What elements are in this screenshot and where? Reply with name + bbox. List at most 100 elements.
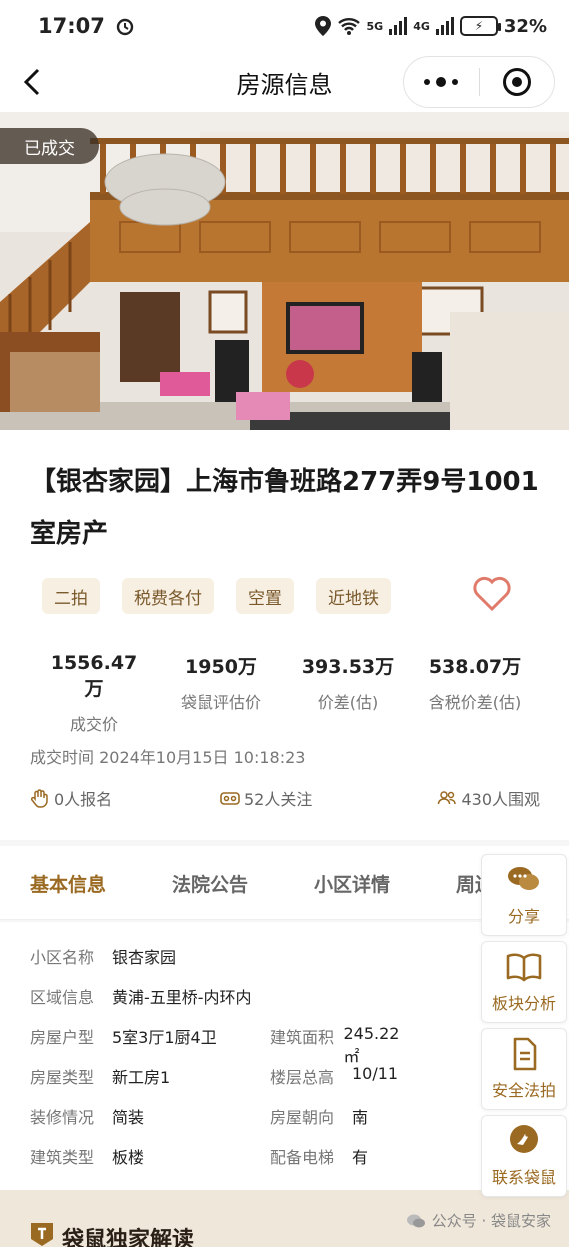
share-button[interactable]: 分享 [481, 854, 567, 936]
info-row-build: 建筑类型 板楼 配备电梯 有 [30, 1144, 368, 1168]
property-photo[interactable]: 已成交 [0, 112, 569, 430]
kangaroo-icon [510, 1125, 538, 1153]
status-bar: 17:07 5G 4G ⚡ 32% [0, 0, 569, 52]
stat-estimate: 1950万 袋鼠评估价 [172, 652, 270, 713]
info-label: 配备电梯 [270, 1148, 335, 1167]
tab-court-notice[interactable]: 法院公告 [172, 870, 248, 897]
stat-label: 袋鼠评估价 [180, 693, 261, 712]
nav-bar: 房源信息 [0, 52, 569, 112]
info-value: 245.22㎡ [343, 1024, 400, 1066]
location-icon [314, 16, 331, 36]
engagement-counts: 0人报名 52人关注 430人围观 [30, 786, 540, 810]
info-value: 有 [352, 1148, 369, 1167]
info-label: 建筑面积 [270, 1028, 335, 1047]
open-book-icon [506, 953, 542, 982]
sector-analysis-label: 板块分析 [491, 994, 556, 1013]
property-title: 【银杏家园】上海市鲁班路277弄9号1001室房产 [30, 467, 539, 549]
safe-auction-label: 安全法拍 [491, 1081, 556, 1100]
stat-tax-difference: 538.07万 含税价差(估) [420, 652, 530, 713]
status-time: 17:07 [38, 14, 105, 38]
sector-analysis-button[interactable]: 板块分析 [481, 941, 567, 1023]
views-count: 430人围观 [437, 786, 540, 810]
info-pair-elevator: 配备电梯 有 [270, 1144, 368, 1168]
watermark-text: 公众号 · 袋鼠安家 [431, 1212, 551, 1230]
info-label: 建筑类型 [30, 1148, 95, 1167]
wifi-icon [337, 18, 360, 35]
stat-value: 1950万 [185, 656, 257, 678]
info-label: 小区名称 [30, 948, 95, 967]
stat-value: 393.53万 [301, 656, 395, 678]
tab-basic-info[interactable]: 基本信息 [30, 870, 106, 897]
info-row-layout: 房屋户型 5室3厅1厨4卫 建筑面积 245.22㎡ [30, 1024, 399, 1066]
stat-difference: 393.53万 价差(估) [300, 652, 396, 713]
mini-program-capsule [403, 56, 555, 108]
wechat-icon [406, 1214, 425, 1227]
deal-time: 成交时间 2024年10月15日 10:18:23 [30, 748, 306, 767]
tag-list: 二拍 税费各付 空置 近地铁 [42, 578, 391, 614]
stat-value: 538.07万 [428, 656, 522, 678]
exclusive-title: 袋鼠独家解读 [62, 1228, 195, 1247]
people-icon [438, 791, 457, 805]
info-value: 黄浦-五里桥-内环内 [112, 988, 252, 1007]
target-icon [502, 68, 531, 96]
stat-deal-price: 1556.47万 成交价 [42, 652, 146, 735]
info-label: 装修情况 [30, 1108, 95, 1127]
info-label: 房屋户型 [30, 1028, 95, 1047]
info-row-type: 房屋类型 新工房1 楼层总高 10/11 [30, 1064, 398, 1088]
tag-auction-round: 二拍 [42, 578, 100, 614]
signup-count: 0人报名 [30, 786, 112, 810]
stat-label: 成交价 [69, 715, 118, 734]
info-value: 5室3厅1厨4卫 [112, 1028, 217, 1047]
info-value: 10/11 [352, 1064, 399, 1083]
chat-bubbles-icon [508, 867, 539, 890]
more-icon [424, 77, 459, 87]
exclusive-analysis-section: 袋鼠独家解读 公众号 · 袋鼠安家 [0, 1190, 569, 1247]
back-icon[interactable] [20, 66, 44, 98]
network-label-2: 4G [413, 19, 430, 33]
tag-subway: 近地铁 [316, 578, 391, 614]
info-row-decor: 装修情况 简装 房屋朝向 南 [30, 1104, 368, 1128]
info-value: 银杏家园 [112, 948, 177, 967]
tab-community-details[interactable]: 小区详情 [314, 870, 390, 897]
info-pair-floors: 楼层总高 10/11 [270, 1064, 398, 1088]
tag-tax: 税费各付 [122, 578, 214, 614]
stat-label: 价差(估) [317, 693, 379, 712]
follow-count-text: 52人关注 [244, 790, 313, 809]
info-value: 南 [352, 1108, 369, 1127]
signal-icon-2 [435, 17, 454, 35]
info-value: 板楼 [112, 1148, 145, 1167]
tag-vacancy: 空置 [236, 578, 294, 614]
kangaroo-badge-icon [31, 1223, 53, 1246]
document-icon [513, 1037, 537, 1071]
battery-level: 32% [503, 15, 547, 37]
info-pair-size: 建筑面积 245.22㎡ [270, 1024, 408, 1067]
share-label: 分享 [507, 907, 540, 926]
info-label: 房屋朝向 [270, 1108, 335, 1127]
contact-label: 联系袋鼠 [491, 1168, 556, 1187]
hand-icon [30, 789, 48, 808]
info-label: 楼层总高 [270, 1068, 335, 1087]
close-mini-program-button[interactable] [480, 57, 555, 107]
contact-button[interactable]: 联系袋鼠 [481, 1115, 567, 1197]
more-button[interactable] [404, 57, 479, 107]
page-title: 房源信息 [236, 70, 333, 99]
info-row-area: 区域信息 黄浦-五里桥-内环内 [30, 984, 252, 1008]
account-watermark: 公众号 · 袋鼠安家 [406, 1210, 551, 1231]
battery-icon: ⚡ [459, 16, 501, 36]
sold-badge: 已成交 [0, 128, 99, 164]
safe-auction-button[interactable]: 安全法拍 [481, 1028, 567, 1110]
status-indicators: 5G 4G ⚡ 32% [314, 15, 547, 37]
follow-count: 52人关注 [220, 786, 312, 810]
stat-value: 1556.47万 [50, 652, 138, 700]
info-label: 房屋类型 [30, 1068, 95, 1087]
signal-icon [389, 17, 408, 35]
vr-glasses-icon [220, 792, 240, 805]
signup-count-text: 0人报名 [54, 790, 113, 809]
info-value: 简装 [112, 1108, 145, 1127]
alarm-icon [116, 18, 134, 36]
info-label: 区域信息 [30, 988, 95, 1007]
info-value: 新工房1 [112, 1068, 171, 1087]
favorite-heart-icon[interactable] [472, 574, 512, 614]
info-row-community: 小区名称 银杏家园 [30, 944, 176, 968]
info-pair-facing: 房屋朝向 南 [270, 1104, 368, 1128]
